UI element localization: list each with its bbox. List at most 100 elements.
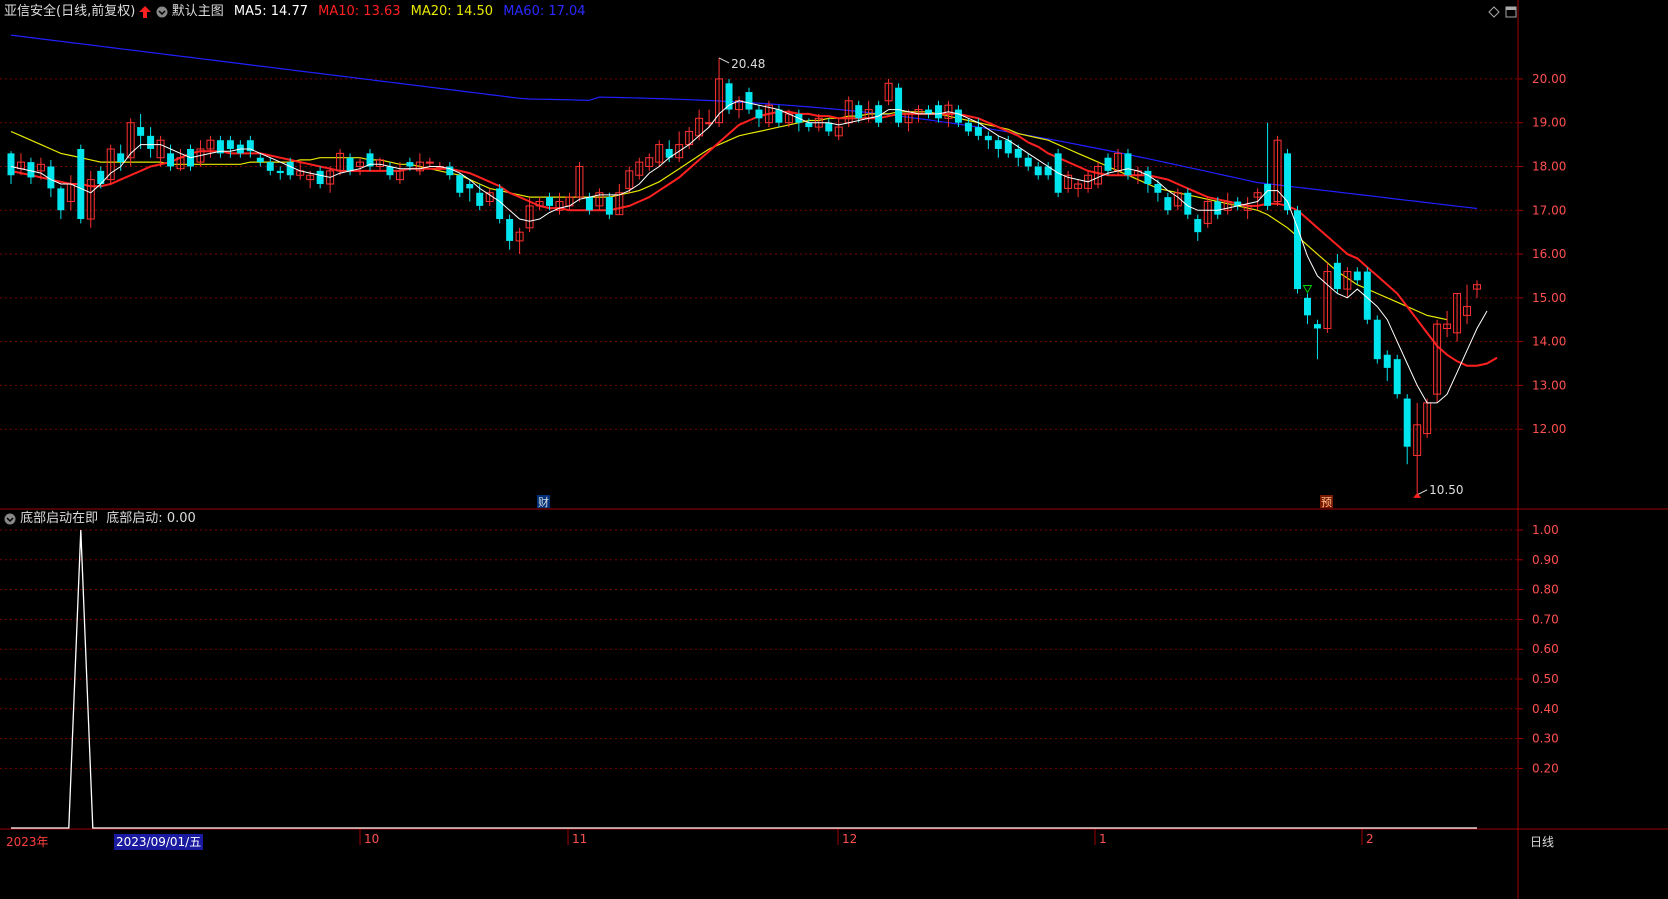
y-tick-label: 20.00 <box>1532 72 1566 86</box>
y-tick-label: 0.50 <box>1532 672 1559 686</box>
candle-body <box>117 153 125 163</box>
candle-body <box>97 170 105 184</box>
candle-body <box>1144 170 1152 184</box>
candle-body <box>974 127 982 136</box>
y-tick-label: 0.20 <box>1532 761 1559 775</box>
stock-chart[interactable]: 20.00 19.00 18.00 17.00 16.00 15.00 14.00 13.00… <box>0 0 1668 899</box>
month-label: 11 <box>572 832 587 846</box>
chevron-down-icon[interactable] <box>156 6 168 18</box>
y-tick-label: 12.00 <box>1532 422 1566 436</box>
cai-badge: 财 <box>538 495 549 509</box>
candle-body <box>546 197 554 206</box>
red-up-arrow-icon <box>139 5 152 18</box>
diamond-icon[interactable] <box>1488 6 1500 18</box>
candle-body <box>27 162 35 178</box>
candle-body <box>276 170 284 174</box>
candle-body <box>925 109 932 114</box>
candle-body <box>7 153 15 176</box>
candle-body <box>1353 271 1361 281</box>
ma20-legend: MA20: 14.50 <box>410 4 494 19</box>
candle-body <box>506 219 514 241</box>
window-restore-icon[interactable] <box>1505 6 1517 18</box>
month-label: 1 <box>1099 832 1107 846</box>
candle-body <box>147 135 155 149</box>
y-tick-label: 17.00 <box>1532 203 1566 217</box>
candle-body <box>745 92 753 110</box>
y-tick-label: 0.40 <box>1532 702 1559 716</box>
candle-body <box>386 166 394 176</box>
ma5-legend: MA5: 14.77 <box>233 4 308 19</box>
candle-body <box>1214 201 1222 215</box>
candle-body <box>825 122 833 132</box>
y-tick-label: 1.00 <box>1532 523 1559 537</box>
month-label: 2 <box>1366 832 1374 846</box>
candle-body <box>1194 219 1202 233</box>
candle-body <box>1104 157 1112 171</box>
candle-body <box>1373 319 1381 360</box>
candle-body <box>466 184 474 189</box>
indicator-header: 底部启动在即 底部启动: 0.00 <box>4 511 196 527</box>
high-price-label: 20.48 <box>731 57 765 71</box>
y-tick-label: 0.80 <box>1532 583 1559 597</box>
candle-body <box>226 140 234 149</box>
candle-body <box>77 148 85 220</box>
candle-body <box>1124 153 1132 176</box>
candle-body <box>984 135 992 141</box>
candle-body <box>137 127 145 136</box>
period-button[interactable]: 日线 <box>1530 834 1554 850</box>
high-pointer <box>718 57 730 64</box>
candle-body <box>954 109 962 123</box>
candle-body <box>1164 197 1172 211</box>
month-label: 12 <box>842 832 857 846</box>
green-down-arrow-icon <box>1302 284 1313 294</box>
candle-body <box>256 157 264 163</box>
y-tick-label: 0.60 <box>1532 642 1559 656</box>
candle-body <box>1303 297 1311 316</box>
candle-body <box>994 140 1002 149</box>
candle-body <box>1034 166 1042 176</box>
candle-body <box>1333 262 1341 290</box>
stock-title[interactable]: 亚信安全(日线,前复权) <box>4 4 135 19</box>
y-tick-label: 13.00 <box>1532 378 1566 392</box>
low-price-label: 10.50 <box>1429 483 1463 497</box>
candle-body <box>1383 354 1391 368</box>
year-label: 2023年 <box>6 835 49 849</box>
y-tick-label: 14.00 <box>1532 335 1566 349</box>
candle-body <box>425 161 434 164</box>
main-chart-label[interactable]: 默认主图 <box>172 4 224 19</box>
candle-body <box>346 157 354 171</box>
candle-body <box>406 162 414 167</box>
y-tick-label: 0.70 <box>1532 612 1559 626</box>
candle-body <box>1014 148 1022 158</box>
ma60-legend: MA60: 17.04 <box>503 4 586 19</box>
chevron-down-icon[interactable] <box>4 513 16 525</box>
candle-body <box>266 162 274 171</box>
yu-badge: 预 <box>1321 496 1332 509</box>
candle-body <box>1393 359 1401 395</box>
candle-body <box>755 109 763 119</box>
y-tick-label: 19.00 <box>1532 116 1566 130</box>
candle-body <box>605 197 613 215</box>
candle-body <box>316 170 324 184</box>
candle-body <box>1154 184 1162 193</box>
y-tick-label: 0.90 <box>1532 553 1559 567</box>
candle-body <box>57 188 65 211</box>
candle-body <box>1313 324 1321 329</box>
y-tick-label: 15.00 <box>1532 291 1566 305</box>
indicator-name[interactable]: 底部启动在即 <box>20 511 98 526</box>
candle-body <box>1403 398 1411 447</box>
candle-body <box>286 162 294 176</box>
candle-body <box>964 122 972 132</box>
candle-body <box>476 192 484 206</box>
month-label: 10 <box>364 832 379 846</box>
candle-body <box>934 105 942 119</box>
candle-body <box>456 175 464 193</box>
candle-body <box>805 122 813 128</box>
cursor-date-label: 2023/09/01/五 <box>114 834 204 850</box>
candle-body <box>585 197 593 211</box>
candle-body <box>1024 157 1032 167</box>
ma20-line <box>10 111 1448 321</box>
ma10-legend: MA10: 13.63 <box>318 4 401 19</box>
candle-body <box>1264 184 1272 206</box>
candle-body <box>895 87 903 123</box>
